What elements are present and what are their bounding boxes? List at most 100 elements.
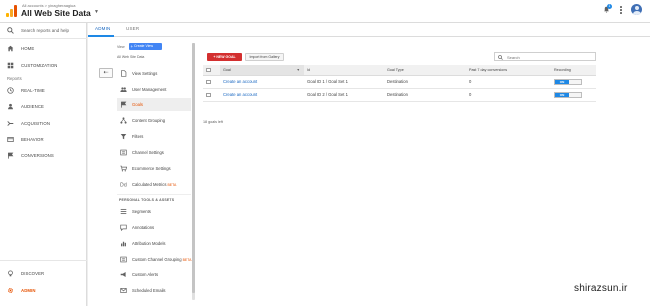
nav-label: CONVERSIONS bbox=[21, 153, 54, 158]
nav-item-customization[interactable]: CUSTOMIZATION bbox=[0, 59, 87, 73]
beta-badge: BETA bbox=[182, 258, 192, 262]
nav-item-realtime[interactable]: REAL-TIME bbox=[0, 84, 87, 98]
tab-user[interactable]: USER bbox=[126, 26, 139, 31]
nav-label: REAL-TIME bbox=[21, 88, 45, 93]
column-header-recording[interactable]: Recording bbox=[551, 65, 596, 76]
menu-item-calculated-metrics[interactable]: Dd Calculated MetricsBETA bbox=[117, 178, 191, 191]
nav-label: ADMIN bbox=[21, 288, 36, 293]
more-vert-icon[interactable] bbox=[620, 6, 622, 16]
menu-label: Content Grouping bbox=[132, 118, 166, 123]
view-label: View bbox=[117, 45, 125, 49]
menu-label: Goals bbox=[132, 102, 143, 107]
chevron-down-icon[interactable]: ▼ bbox=[94, 9, 99, 15]
menu-item-annotations[interactable]: Annotations bbox=[117, 221, 191, 234]
nav-label: HOME bbox=[21, 46, 35, 51]
menu-item-user-management[interactable]: User Management bbox=[117, 83, 191, 96]
left-navigation: Search reports and help HOME CUSTOMIZATI… bbox=[0, 23, 87, 306]
goal-name-cell: Create an account bbox=[220, 88, 304, 102]
acquisition-icon bbox=[7, 121, 14, 126]
nav-divider bbox=[0, 260, 87, 261]
avatar[interactable] bbox=[631, 4, 642, 15]
nav-item-conversions[interactable]: CONVERSIONS bbox=[0, 149, 87, 163]
menu-item-filters[interactable]: Filters bbox=[117, 130, 191, 143]
analytics-logo-icon[interactable] bbox=[6, 5, 17, 17]
menu-item-custom-channel-grouping[interactable]: Custom Channel GroupingBETA bbox=[117, 253, 191, 266]
goal-type-cell: Destination bbox=[384, 75, 466, 89]
nav-label: CUSTOMIZATION bbox=[21, 63, 58, 68]
menu-item-custom-alerts[interactable]: Custom Alerts bbox=[117, 268, 191, 281]
menu-item-scheduled-emails[interactable]: Scheduled Emails bbox=[117, 284, 191, 297]
new-goal-button[interactable]: + NEW GOAL bbox=[207, 53, 242, 61]
property-selector[interactable]: All Web Site Data bbox=[21, 8, 91, 18]
create-view-button[interactable]: Create View bbox=[129, 43, 162, 50]
column-header-goal-type[interactable]: Goal Type bbox=[384, 65, 466, 76]
table-row: Create an account Goal ID 2 / Goal Set 1… bbox=[203, 88, 596, 102]
view-selector[interactable]: All Web Site Data bbox=[117, 55, 144, 59]
recording-toggle[interactable]: ON bbox=[554, 78, 582, 85]
select-all-checkbox[interactable] bbox=[206, 67, 211, 72]
goal-id-cell: Goal ID 2 / Goal Set 1 bbox=[304, 88, 384, 102]
nav-label: ACQUISITION bbox=[21, 121, 51, 126]
nav-label: BEHAVIOR bbox=[21, 137, 44, 142]
nav-item-home[interactable]: HOME bbox=[0, 42, 87, 56]
nav-item-acquisition[interactable]: ACQUISITION bbox=[0, 117, 87, 131]
import-from-gallery-button[interactable]: Import from Gallery bbox=[245, 53, 284, 61]
megaphone-icon bbox=[120, 272, 126, 277]
goals-search-box[interactable] bbox=[494, 52, 596, 61]
flag-icon bbox=[8, 152, 14, 159]
reports-heading: Reports bbox=[7, 76, 22, 81]
nav-item-audience[interactable]: AUDIENCE bbox=[0, 100, 87, 114]
conversions-cell: 0 bbox=[466, 88, 551, 102]
dashboard-icon bbox=[7, 62, 14, 69]
goal-link[interactable]: Create an account bbox=[223, 92, 257, 97]
row-checkbox[interactable] bbox=[206, 79, 211, 85]
cart-icon bbox=[120, 165, 127, 172]
search-reports[interactable]: Search reports and help bbox=[0, 23, 87, 39]
channel-icon bbox=[120, 149, 127, 156]
nav-item-discover[interactable]: DISCOVER bbox=[0, 267, 87, 281]
goals-search-input[interactable] bbox=[507, 54, 593, 60]
row-select-cell[interactable] bbox=[203, 88, 220, 102]
column-label: Recording bbox=[554, 67, 571, 72]
menu-item-channel-settings[interactable]: Channel Settings bbox=[117, 146, 191, 159]
behavior-icon bbox=[7, 137, 14, 142]
menu-item-view-settings[interactable]: View Settings bbox=[117, 67, 191, 80]
clock-icon bbox=[7, 87, 14, 94]
goals-remaining: 18 goals left bbox=[203, 120, 223, 124]
menu-label: Channel Settings bbox=[132, 150, 164, 155]
tab-admin[interactable]: ADMIN bbox=[95, 26, 111, 31]
toggle-on-label: ON bbox=[555, 79, 569, 84]
personal-tools-heading: PERSONAL TOOLS & ASSETS bbox=[119, 198, 175, 202]
menu-label: Attribution Models bbox=[132, 241, 166, 246]
nav-item-behavior[interactable]: BEHAVIOR bbox=[0, 133, 87, 147]
recording-cell: ON bbox=[551, 88, 596, 102]
menu-label: Annotations bbox=[132, 225, 155, 230]
menu-item-content-grouping[interactable]: Content Grouping bbox=[117, 114, 191, 127]
recording-toggle[interactable]: ON bbox=[554, 91, 582, 98]
search-icon bbox=[7, 27, 14, 34]
column-header-goal[interactable]: Goal ▼ bbox=[220, 65, 304, 76]
search-icon bbox=[498, 54, 503, 60]
menu-item-goals[interactable]: Goals bbox=[117, 98, 191, 111]
menu-item-segments[interactable]: Segments bbox=[117, 205, 191, 218]
select-all-cell[interactable] bbox=[203, 65, 220, 76]
recording-cell: ON bbox=[551, 75, 596, 89]
goal-type-cell: Destination bbox=[384, 88, 466, 102]
column-label: Goal Type bbox=[387, 67, 404, 72]
menu-item-attribution-models[interactable]: Attribution Models bbox=[117, 237, 191, 250]
column-header-id[interactable]: Id bbox=[304, 65, 384, 76]
calc-icon: Dd bbox=[120, 183, 127, 188]
menu-label-text: Calculated Metrics bbox=[132, 182, 167, 187]
menu-item-ecommerce-settings[interactable]: Ecommerce Settings bbox=[117, 162, 191, 175]
menu-divider bbox=[117, 194, 191, 195]
menu-label: Filters bbox=[132, 134, 144, 139]
row-select-cell[interactable] bbox=[203, 75, 220, 89]
users-icon bbox=[120, 87, 127, 92]
nav-item-admin[interactable]: ADMIN bbox=[0, 284, 87, 298]
back-arrow-icon[interactable]: ⇠ bbox=[99, 68, 113, 78]
goal-link[interactable]: Create an account bbox=[223, 79, 257, 84]
notification-badge: 1 bbox=[607, 4, 612, 9]
row-checkbox[interactable] bbox=[206, 92, 211, 98]
column-header-conversions[interactable]: Past 7 day conversions bbox=[466, 65, 551, 76]
menu-scrollbar-thumb[interactable] bbox=[192, 43, 195, 293]
